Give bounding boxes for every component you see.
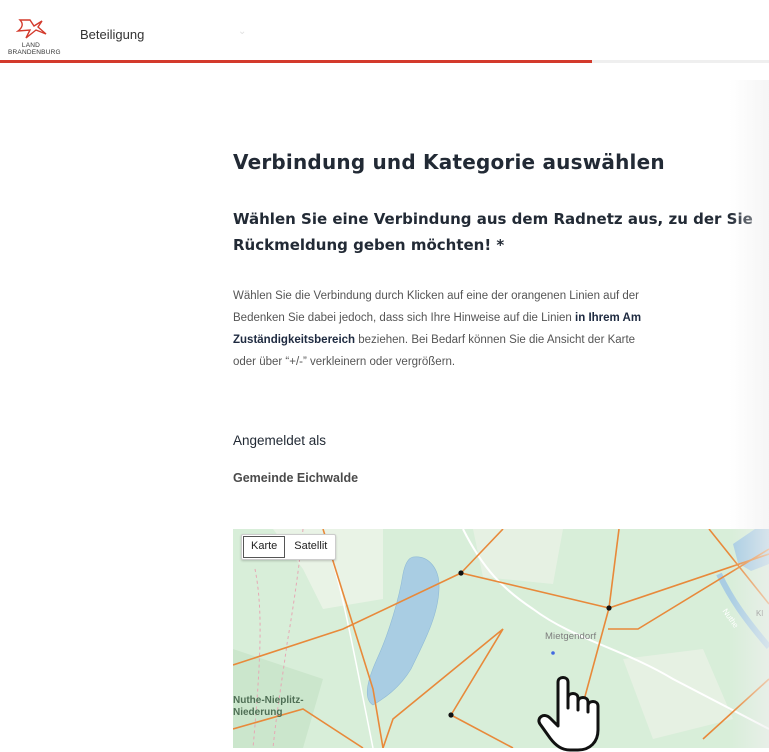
progress-bar bbox=[0, 60, 769, 63]
question-line1: Wählen Sie eine Verbindung aus dem Radne… bbox=[233, 210, 753, 228]
instructions-line1: Wählen Sie die Verbindung durch Klicken … bbox=[233, 290, 639, 302]
map-poi bbox=[551, 651, 555, 655]
page-title: Verbindung und Kategorie auswählen bbox=[233, 150, 665, 174]
instructions-line2-bold: in Ihrem Am bbox=[575, 312, 642, 324]
logged-in-value: Gemeinde Eichwalde bbox=[233, 471, 359, 485]
brandenburg-logo[interactable]: LAND BRANDENBURG bbox=[6, 18, 61, 60]
map-canvas[interactable] bbox=[233, 529, 769, 748]
pointer-hand-icon bbox=[537, 676, 600, 752]
map-node[interactable] bbox=[606, 605, 612, 611]
eagle-icon bbox=[16, 19, 47, 39]
instructions-line3-bold: Zuständigkeitsbereich bbox=[233, 334, 356, 346]
instructions-line4: oder über “+/-” verkleinern oder vergröß… bbox=[233, 356, 456, 368]
chevron-down-icon[interactable]: ⌄ bbox=[238, 26, 246, 37]
map-type-karte[interactable]: Karte bbox=[243, 536, 286, 558]
question-line2: Rückmeldung geben möchten! * bbox=[233, 236, 505, 254]
map-field-area bbox=[473, 529, 563, 584]
instructions-line2: Bedenken Sie dabei jedoch, dass sich Ihr… bbox=[233, 307, 769, 329]
map-node[interactable] bbox=[458, 570, 464, 576]
logo-text-line1: LAND bbox=[21, 42, 41, 49]
map-type-toggle[interactable]: Karte Satellit bbox=[241, 534, 337, 560]
nav-title[interactable]: Beteiligung bbox=[80, 27, 144, 42]
instructions-line3: Zuständigkeitsbereich beziehen. Bei Beda… bbox=[233, 329, 769, 351]
map-type-satellit[interactable]: Satellit bbox=[286, 535, 335, 559]
logo-text-line2: BRANDENBURG bbox=[8, 49, 61, 56]
logo-text: LAND BRANDENBURG bbox=[8, 42, 61, 56]
instructions-line3-text: beziehen. Bei Bedarf können Sie die Ansi… bbox=[355, 334, 636, 346]
header: LAND BRANDENBURG Beteiligung ⌄ bbox=[0, 0, 769, 63]
map-town-label: Mietgendorf bbox=[545, 631, 597, 642]
map-kl-label: Kl bbox=[756, 609, 764, 618]
map-region-label-line2: Niederung bbox=[233, 707, 283, 718]
map-node[interactable] bbox=[448, 712, 454, 718]
question-heading: Wählen Sie eine Verbindung aus dem Radne… bbox=[233, 206, 769, 258]
instructions-text: Wählen Sie die Verbindung durch Klicken … bbox=[233, 285, 769, 373]
instructions-line2-text: Bedenken Sie dabei jedoch, dass sich Ihr… bbox=[233, 312, 576, 324]
map-region-label-line1: Nuthe-Nieplitz- bbox=[233, 695, 304, 706]
map-region-label: Nuthe-Nieplitz- Niederung bbox=[233, 695, 304, 719]
network-map[interactable]: Karte Satellit Mietgendorf Kl Nuthe Nuth… bbox=[233, 529, 769, 748]
progress-bar-fill bbox=[0, 60, 593, 63]
logged-in-label: Angemeldet als bbox=[233, 433, 327, 448]
